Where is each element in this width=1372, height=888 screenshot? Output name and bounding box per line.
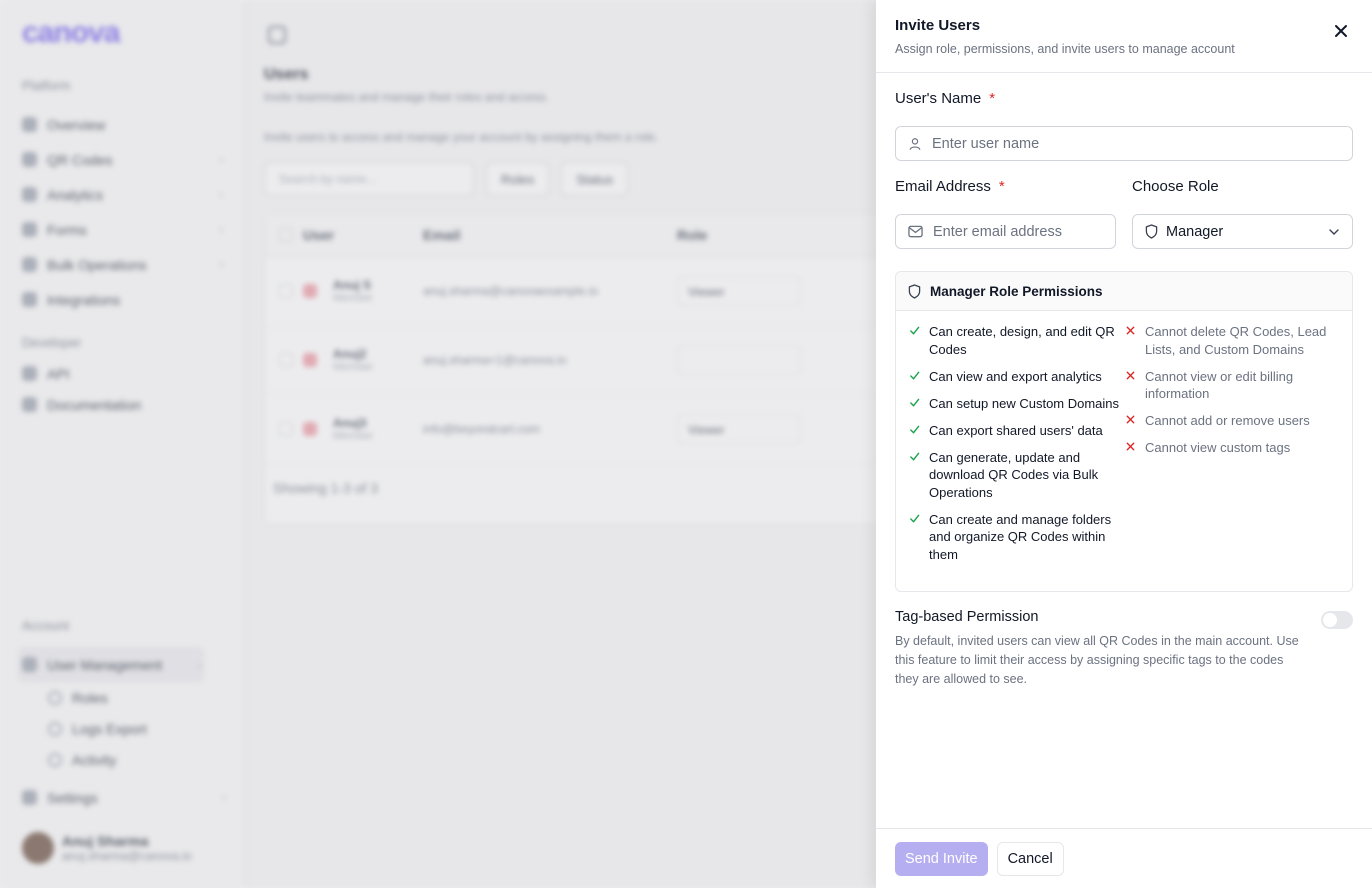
check-icon bbox=[910, 326, 920, 335]
shield-icon bbox=[908, 283, 921, 299]
invite-users-drawer: Invite Users Assign role, permissions, a… bbox=[876, 0, 1372, 888]
allowed-permission-item: Can export shared users' data bbox=[908, 422, 1124, 440]
check-icon bbox=[910, 425, 920, 434]
permissions-title: Manager Role Permissions bbox=[930, 283, 1103, 299]
denied-permission-item: Cannot add or remove users bbox=[1124, 412, 1340, 430]
x-icon bbox=[1126, 326, 1135, 335]
role-select-value: Manager bbox=[1166, 223, 1224, 240]
denied-permissions-list: Cannot delete QR Codes, Lead Lists, and … bbox=[1124, 323, 1340, 573]
x-icon bbox=[1126, 371, 1135, 379]
modal-backdrop[interactable] bbox=[0, 0, 876, 888]
denied-permission-item: Cannot delete QR Codes, Lead Lists, and … bbox=[1124, 323, 1340, 358]
send-invite-button[interactable]: Send Invite bbox=[895, 841, 988, 876]
email-role-row: Email Address * Choose Role bbox=[895, 178, 1353, 249]
permission-text: Cannot view custom tags bbox=[1145, 440, 1291, 455]
allowed-permissions-list: Can create, design, and edit QR Codes Can… bbox=[908, 323, 1124, 573]
allowed-permission-item: Can setup new Custom Domains bbox=[908, 395, 1124, 413]
tag-permission-toggle[interactable] bbox=[1321, 611, 1353, 629]
tag-permission-description: By default, invited users can view all Q… bbox=[895, 634, 1299, 686]
required-mark: * bbox=[998, 178, 1005, 195]
allowed-permission-item: Can create, design, and edit QR Codes bbox=[908, 323, 1124, 358]
email-label-text: Email Address bbox=[895, 178, 991, 195]
shield-icon bbox=[1145, 224, 1158, 239]
mail-icon bbox=[908, 225, 923, 238]
close-icon[interactable] bbox=[1332, 22, 1350, 40]
permission-text: Can export shared users' data bbox=[929, 422, 1103, 438]
email-label: Email Address * bbox=[895, 178, 1116, 195]
permission-text: Can view and export analytics bbox=[929, 368, 1102, 384]
check-icon bbox=[910, 452, 920, 461]
choose-role-label: Choose Role bbox=[1132, 178, 1219, 195]
permission-text: Can setup new Custom Domains bbox=[929, 395, 1120, 411]
permission-text: Can generate, update and download QR Cod… bbox=[929, 449, 1099, 500]
permission-text: Can create and manage folders and organi… bbox=[929, 511, 1112, 562]
user-name-label-text: User's Name bbox=[895, 90, 982, 107]
x-icon bbox=[1126, 442, 1135, 451]
user-icon bbox=[909, 137, 921, 150]
email-input[interactable] bbox=[933, 223, 1103, 240]
tag-permission-title: Tag-based Permission bbox=[895, 609, 1039, 625]
x-icon bbox=[1126, 415, 1135, 424]
user-name-input[interactable] bbox=[932, 135, 1340, 152]
denied-permission-item: Cannot view custom tags bbox=[1124, 439, 1340, 457]
drawer-footer: Send Invite Cancel bbox=[876, 828, 1372, 888]
allowed-permission-item: Can create and manage folders and organi… bbox=[908, 511, 1124, 564]
allowed-permission-item: Can view and export analytics bbox=[908, 368, 1124, 386]
permission-text: Cannot delete QR Codes, Lead Lists, and … bbox=[1145, 324, 1327, 357]
check-icon bbox=[910, 398, 920, 407]
cancel-button[interactable]: Cancel bbox=[996, 841, 1064, 876]
permission-text: Cannot add or remove users bbox=[1145, 413, 1310, 428]
permission-text: Can create, design, and edit QR Codes bbox=[929, 324, 1115, 357]
drawer-body: User's Name * Email Address * bbox=[876, 90, 1372, 689]
role-select[interactable]: Manager bbox=[1132, 214, 1353, 249]
tag-permission-section: Tag-based Permission By default, invited… bbox=[895, 609, 1353, 689]
allowed-permission-item: Can generate, update and download QR Cod… bbox=[908, 449, 1124, 502]
chevron-down-icon bbox=[1329, 228, 1339, 235]
denied-permission-item: Cannot view or edit billing information bbox=[1124, 368, 1340, 403]
permission-text: Cannot view or edit billing information bbox=[1145, 368, 1294, 402]
check-icon bbox=[910, 514, 920, 523]
required-mark: * bbox=[989, 90, 996, 107]
drawer-subtitle: Assign role, permissions, and invite use… bbox=[895, 42, 1235, 56]
drawer-title: Invite Users bbox=[895, 17, 981, 34]
user-name-label: User's Name * bbox=[895, 90, 1353, 107]
drawer-header: Invite Users Assign role, permissions, a… bbox=[876, 0, 1372, 73]
permissions-header: Manager Role Permissions bbox=[896, 272, 1352, 311]
user-name-field[interactable] bbox=[895, 126, 1353, 161]
permissions-panel: Manager Role Permissions Can create, des… bbox=[895, 271, 1353, 592]
toggle-knob bbox=[1323, 613, 1337, 627]
email-field[interactable] bbox=[895, 214, 1116, 249]
check-icon bbox=[910, 371, 920, 380]
